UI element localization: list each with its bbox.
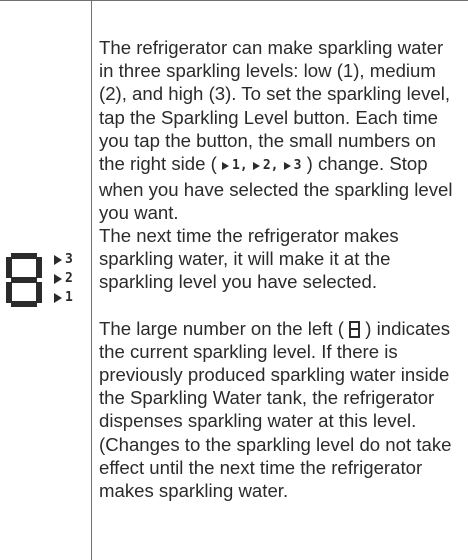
triangle-icon — [54, 292, 62, 303]
level-number: 2 — [65, 271, 73, 286]
level-number: 3 — [65, 252, 73, 267]
triangle-icon — [252, 162, 260, 171]
inline-levels: 1, — [222, 154, 248, 177]
triangle-icon — [283, 162, 291, 171]
level-indicator-list: 3 2 1 — [54, 250, 73, 307]
table-top-rule — [0, 0, 468, 1]
inline-level-3: 3 — [293, 158, 302, 174]
paragraph-sparkling-levels: The refrigerator can make sparkling wate… — [99, 36, 461, 224]
level-indicator-1: 1 — [54, 288, 73, 307]
inline-level-1: 1, — [232, 158, 248, 174]
level-indicator-2: 2 — [54, 269, 73, 288]
inline-level-2: 2, — [262, 158, 279, 174]
seven-segment-digit-icon: 8 — [6, 253, 42, 307]
instruction-text: The refrigerator can make sparkling wate… — [99, 36, 461, 502]
seven-segment-digit-icon — [349, 320, 361, 338]
paragraph3-text-end: ) indicates the current sparkling level.… — [99, 317, 452, 502]
inline-levels: 2, — [252, 154, 279, 177]
triangle-icon — [54, 254, 62, 265]
sparkling-level-display: 8 3 2 1 — [4, 250, 84, 310]
level-number: 1 — [65, 290, 73, 305]
triangle-icon — [54, 273, 62, 284]
display-digit-value: 8 — [6, 253, 7, 254]
inline-levels: 3 — [283, 154, 302, 177]
paragraph3-text-start: The large number on the left ( — [99, 317, 344, 339]
paragraph-next-time: The next time the refrigerator makes spa… — [99, 225, 399, 293]
level-indicator-3: 3 — [54, 250, 73, 269]
triangle-icon — [222, 162, 229, 171]
paragraph-current-level: The large number on the left ( ) indicat… — [99, 317, 461, 503]
column-divider — [91, 0, 92, 560]
